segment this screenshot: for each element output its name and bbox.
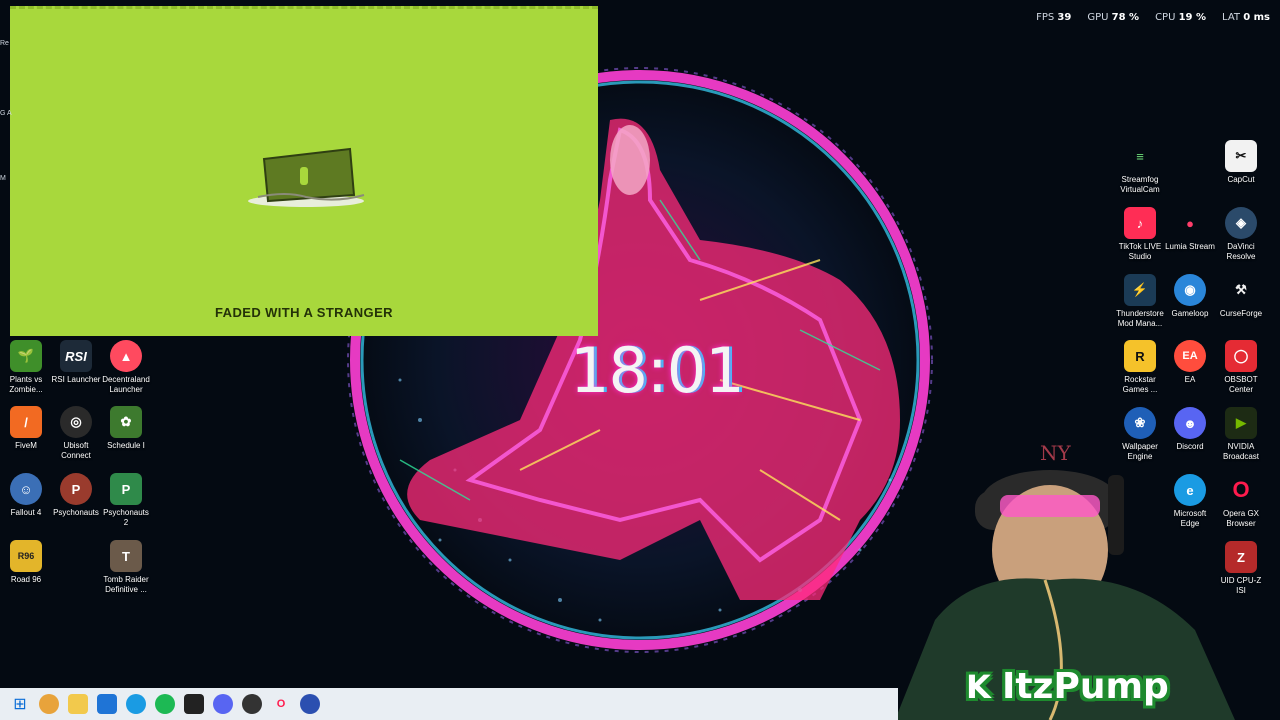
capcut-icon: ✂ (1225, 140, 1257, 172)
desktop-icon-road-96[interactable]: R96 Road 96 (0, 540, 52, 585)
desktop-icon-rockstar-games[interactable]: R Rockstar Games ... (1114, 340, 1166, 395)
svg-text:NY: NY (1040, 441, 1072, 465)
tiktok-icon: ♪ (1124, 207, 1156, 239)
lumia-stream-icon: ● (1186, 215, 1194, 231)
desktop-icon-tomb-raider[interactable]: T Tomb Raider Definitive ... (100, 540, 152, 595)
desktop-icon-davinci-resolve[interactable]: ◈ DaVinci Resolve (1215, 207, 1267, 262)
tomb-raider-icon: T (110, 540, 142, 572)
road-96-icon: R96 (10, 540, 42, 572)
desktop-icon-rsi-launcher[interactable]: RSI RSI Launcher (50, 340, 102, 385)
desktop-icon-schedule-i[interactable]: ✿ Schedule I (100, 406, 152, 451)
taskbar: ⊞ O (0, 688, 898, 720)
desktop-icon-lumia-stream[interactable]: ● Lumia Stream (1164, 207, 1216, 252)
desktop-icon-thunderstore[interactable]: ⚡ Thunderstore Mod Mana... (1114, 274, 1166, 329)
windows-icon[interactable]: ⊞ (10, 694, 30, 714)
desktop-icon-ea[interactable]: EA EA (1164, 340, 1216, 385)
edge-icon[interactable] (126, 694, 146, 714)
album-art-icon (248, 147, 365, 207)
desktop-icon-ubisoft-connect[interactable]: ◎ Ubisoft Connect (50, 406, 102, 461)
desktop-icon-curseforge[interactable]: ⚒ CurseForge (1215, 274, 1267, 319)
terminal-icon[interactable] (184, 694, 204, 714)
ea-icon: EA (1174, 340, 1206, 372)
opera-icon[interactable]: O (271, 694, 291, 714)
discord-icon[interactable] (213, 694, 233, 714)
desktop-icon-psychonauts-2[interactable]: P Psychonauts 2 (100, 473, 152, 528)
browser-icon[interactable] (300, 694, 320, 714)
desktop-icon-streamfog[interactable]: ≡ Streamfog VirtualCam (1114, 140, 1166, 195)
desktop-icon-tiktok-live[interactable]: ♪ TikTok LIVE Studio (1114, 207, 1166, 262)
track-title: FADED WITH A STRANGER (215, 305, 393, 320)
desktop-clock: 18:01 (570, 334, 745, 407)
obsbot-icon: ◯ (1225, 340, 1257, 372)
performance-overlay: FPS 39 GPU 78 % CPU 19 % LAT 0 ms (1036, 12, 1270, 23)
gameloop-icon: ◉ (1174, 274, 1206, 306)
psychonauts-icon: P (60, 473, 92, 505)
obscured-icon-fragment: G A (0, 110, 12, 117)
streamfog-icon: ≡ (1136, 148, 1144, 164)
spotify-icon[interactable] (155, 694, 175, 714)
rsi-launcher-icon: RSI (60, 340, 92, 372)
psychonauts-2-icon: P (110, 473, 142, 505)
davinci-resolve-icon: ◈ (1225, 207, 1257, 239)
plants-vs-zombies-icon: 🌱 (10, 340, 42, 372)
thunderstore-icon: ⚡ (1124, 274, 1156, 306)
now-playing-widget[interactable]: FADED WITH A STRANGER (10, 6, 598, 336)
desktop-icon-fallout-4[interactable]: ☺ Fallout 4 (0, 473, 52, 518)
rockstar-games-icon: R (1124, 340, 1156, 372)
decentraland-icon: ▲ (110, 340, 142, 372)
file-explorer-icon[interactable] (68, 694, 88, 714)
obs-icon[interactable] (242, 694, 262, 714)
latency-readout: LAT 0 ms (1222, 12, 1270, 23)
desktop-icon-obsbot-center[interactable]: ◯ OBSBOT Center (1215, 340, 1267, 395)
desktop-icon-gameloop[interactable]: ◉ Gameloop (1164, 274, 1216, 319)
desktop-icon-decentraland[interactable]: ▲ Decentraland Launcher (100, 340, 152, 395)
obscured-icon-fragment: Re (0, 40, 9, 47)
gpu-readout: GPU 78 % (1087, 12, 1140, 23)
desktop-icon-plants-vs-zombies[interactable]: 🌱 Plants vs Zombie... (0, 340, 52, 395)
ubisoft-icon: ◎ (60, 406, 92, 438)
curseforge-icon: ⚒ (1235, 282, 1247, 297)
store-icon[interactable] (97, 694, 117, 714)
cpu-readout: CPU 19 % (1155, 12, 1207, 23)
copilot-icon[interactable] (39, 694, 59, 714)
fallout-4-icon: ☺ (10, 473, 42, 505)
fps-readout: FPS 39 (1036, 12, 1072, 23)
desktop-icon-psychonauts[interactable]: P Psychonauts (50, 473, 102, 518)
desktop-icon-capcut[interactable]: ✂ CapCut (1215, 140, 1267, 185)
schedule-i-icon: ✿ (110, 406, 142, 438)
desktop-icon-fivem[interactable]: / FiveM (0, 406, 52, 451)
obscured-icon-fragment: M (0, 175, 6, 182)
fivem-icon: / (10, 406, 42, 438)
streamer-name-overlay: K ItzPump (966, 666, 1169, 707)
